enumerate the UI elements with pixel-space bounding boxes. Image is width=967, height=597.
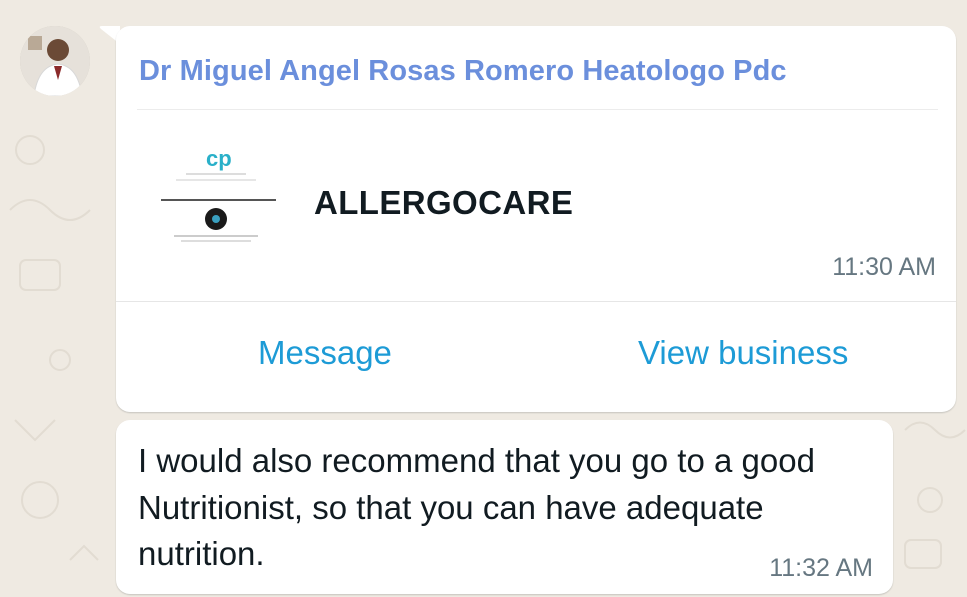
sender-avatar[interactable] <box>20 26 90 96</box>
card-divider <box>137 109 938 110</box>
message-text: I would also recommend that you go to a … <box>138 442 815 572</box>
message-button[interactable]: Message <box>258 334 392 372</box>
business-card-bubble: Dr Miguel Angel Rosas Romero Heatologo P… <box>116 26 956 412</box>
allergocare-logo-icon: cp <box>161 146 276 242</box>
svg-text:cp: cp <box>206 146 232 171</box>
message-timestamp: 11:32 AM <box>769 554 873 582</box>
message-bubble: I would also recommend that you go to a … <box>116 420 893 594</box>
doctor-avatar-icon <box>20 26 90 96</box>
actions-divider <box>116 301 956 302</box>
business-name: ALLERGOCARE <box>314 184 574 221</box>
view-business-button[interactable]: View business <box>638 334 848 372</box>
sender-name[interactable]: Dr Miguel Angel Rosas Romero Heatologo P… <box>139 55 787 88</box>
card-timestamp: 11:30 AM <box>832 253 936 281</box>
